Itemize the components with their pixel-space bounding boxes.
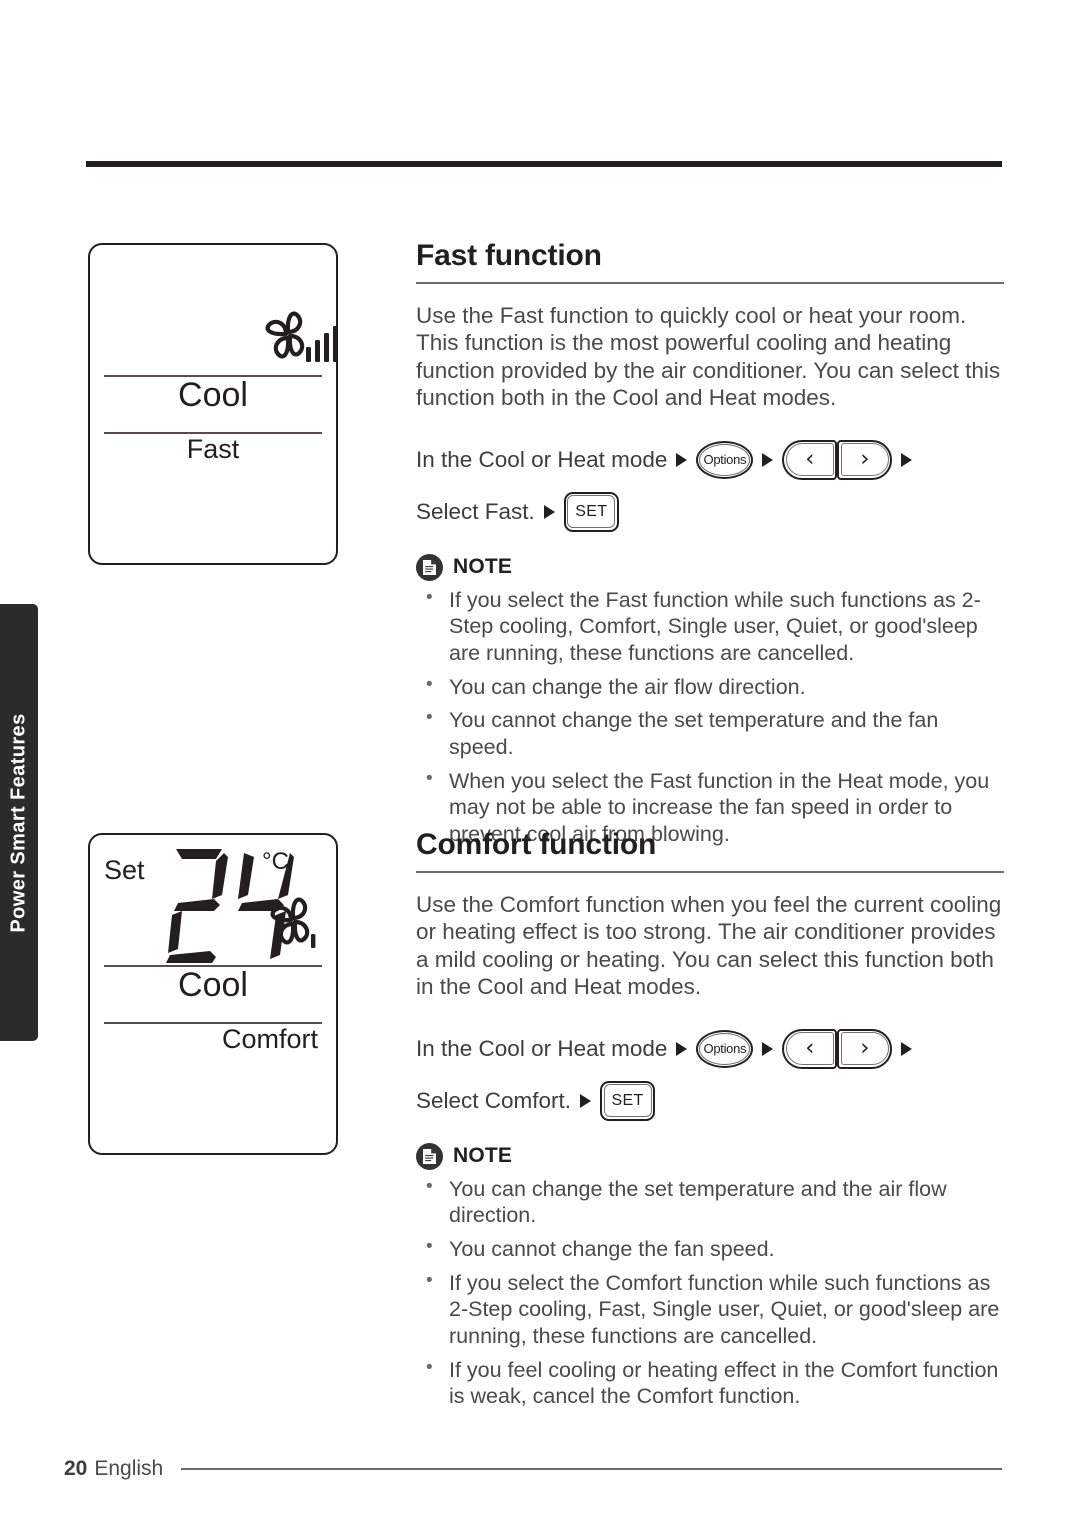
chevron-right-button[interactable]: ›	[837, 1028, 893, 1069]
note-title: NOTE	[453, 555, 513, 579]
navigation-button-pair: ‹ ›	[782, 1028, 893, 1069]
comfort-panel-mode-label: Cool	[178, 966, 248, 1004]
note-title: NOTE	[453, 1144, 513, 1168]
note-document-icon	[416, 1142, 443, 1170]
fast-panel-mode-label: Cool	[178, 376, 248, 414]
comfort-step-row-1: In the Cool or Heat mode Options ‹ ›	[416, 1023, 1004, 1075]
set-button[interactable]: SET	[600, 1080, 656, 1121]
arrow-icon	[676, 1041, 688, 1056]
arrow-icon	[762, 1041, 774, 1056]
note-header: NOTE	[416, 553, 1004, 581]
chevron-right-icon: ›	[860, 446, 870, 473]
comfort-step1-lead: In the Cool or Heat mode	[416, 1035, 668, 1061]
page-language: English	[94, 1457, 164, 1480]
page-top-rule	[86, 161, 1002, 167]
fast-steps: In the Cool or Heat mode Options ‹ › Sel…	[416, 434, 1004, 538]
chevron-left-icon: ‹	[805, 446, 815, 473]
set-button[interactable]: SET	[563, 491, 619, 532]
options-button-label: Options	[703, 1041, 747, 1057]
comfort-note-list: You can change the set temperature and t…	[416, 1175, 1004, 1410]
chevron-left-icon: ‹	[805, 1035, 815, 1062]
comfort-panel-function-label: Comfort	[221, 1024, 318, 1054]
comfort-panel-set-label: Set	[104, 855, 145, 885]
comfort-body-text: Use the Comfort function when you feel t…	[416, 892, 1002, 1000]
fast-function-section: Fast function Use the Fast function to q…	[416, 239, 1004, 848]
fast-panel-function-label: Fast	[186, 434, 240, 464]
fast-display-panel: Cool Fast	[88, 243, 338, 565]
chevron-right-icon: ›	[860, 1035, 870, 1062]
fan-pinwheel-icon	[257, 307, 337, 374]
arrow-icon	[901, 1041, 913, 1056]
fast-step-row-1: In the Cool or Heat mode Options ‹ ›	[416, 434, 1004, 486]
list-item: If you select the Comfort function while…	[416, 1269, 1004, 1350]
page-title-comfort: Comfort function	[416, 828, 657, 861]
list-item: If you feel cooling or heating effect in…	[416, 1356, 1004, 1410]
fast-body-text: Use the Fast function to quickly cool or…	[416, 303, 1001, 411]
set-button-label: SET	[575, 502, 608, 520]
fast-note-block: NOTE If you select the Fast function whi…	[416, 553, 1004, 848]
fast-note-list: If you select the Fast function while su…	[416, 586, 1004, 848]
options-button-label: Options	[703, 452, 747, 468]
navigation-button-pair: ‹ ›	[782, 439, 893, 480]
chevron-right-button[interactable]: ›	[837, 439, 893, 480]
arrow-icon	[762, 452, 774, 467]
page-number: 20	[64, 1457, 88, 1480]
page-footer: 20 English	[64, 1457, 1002, 1481]
options-button[interactable]: Options	[696, 1029, 754, 1068]
fan-pinwheel-icon	[262, 893, 324, 960]
comfort-steps: In the Cool or Heat mode Options ‹ › Sel…	[416, 1023, 1004, 1127]
footer-rule	[181, 1468, 1002, 1470]
comfort-panel-unit-label: °C	[262, 848, 289, 875]
page-title-fast: Fast function	[416, 239, 602, 272]
fast-step1-lead: In the Cool or Heat mode	[416, 446, 668, 472]
arrow-icon	[901, 452, 913, 467]
list-item: You can change the set temperature and t…	[416, 1175, 1004, 1229]
fast-step-row-2: Select Fast. SET	[416, 486, 1004, 538]
comfort-display-panel: Set °C Cool Comfort	[88, 833, 338, 1155]
note-header: NOTE	[416, 1142, 1004, 1170]
list-item: You cannot change the set temperature an…	[416, 706, 1004, 760]
note-document-icon	[416, 553, 443, 581]
arrow-icon	[580, 1093, 592, 1108]
list-item: If you select the Fast function while su…	[416, 586, 1004, 667]
arrow-icon	[676, 452, 688, 467]
section-rule	[416, 282, 1004, 284]
sidebar-chapter-label: Power Smart Features	[7, 712, 30, 933]
comfort-step-row-2: Select Comfort. SET	[416, 1075, 1004, 1127]
list-item: You cannot change the fan speed.	[416, 1235, 1004, 1263]
comfort-note-block: NOTE You can change the set temperature …	[416, 1142, 1004, 1410]
section-rule	[416, 871, 1004, 873]
options-button[interactable]: Options	[696, 440, 754, 479]
arrow-icon	[543, 504, 555, 519]
comfort-function-section: Comfort function Use the Comfort functio…	[416, 828, 1004, 1410]
fast-step2-lead: Select Fast.	[416, 498, 535, 524]
sidebar-chapter-tab: Power Smart Features	[0, 604, 38, 1041]
chevron-left-button[interactable]: ‹	[782, 1028, 838, 1069]
set-button-label: SET	[611, 1091, 644, 1109]
comfort-step2-lead: Select Comfort.	[416, 1087, 572, 1113]
chevron-left-button[interactable]: ‹	[782, 439, 838, 480]
list-item: You can change the air flow direction.	[416, 673, 1004, 701]
